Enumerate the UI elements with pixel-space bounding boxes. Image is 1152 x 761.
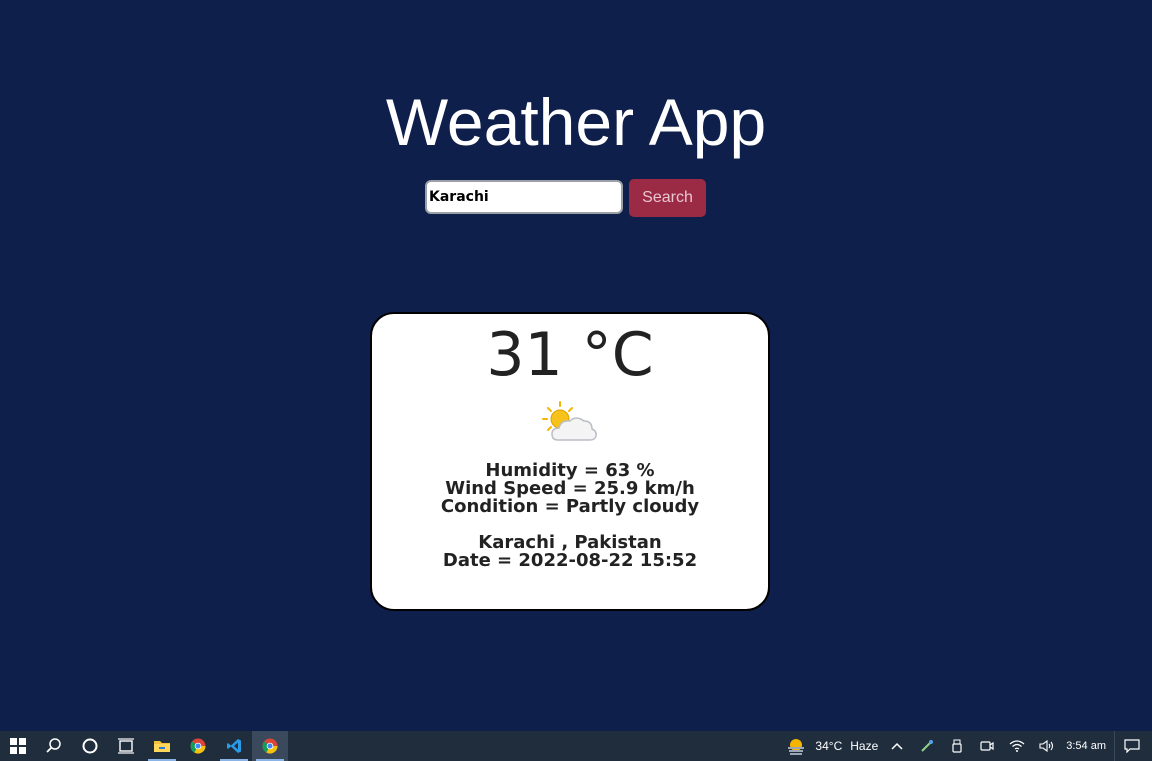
task-view-icon[interactable] — [108, 731, 144, 761]
chevron-up-icon[interactable] — [886, 731, 908, 761]
weather-haze-icon[interactable] — [785, 731, 807, 761]
city-search-input[interactable] — [425, 180, 623, 214]
cortana-icon[interactable] — [72, 731, 108, 761]
weather-details: Humidity = 63 % Wind Speed = 25.9 km/h C… — [372, 462, 768, 570]
weather-card: 31 °C Humidity = 63 % Wind Speed = 25.9 … — [370, 312, 770, 611]
tray-weather-desc[interactable]: Haze — [850, 739, 878, 753]
wifi-icon[interactable] — [1006, 731, 1028, 761]
vscode-icon[interactable] — [216, 731, 252, 761]
notification-center-icon[interactable] — [1114, 731, 1148, 761]
taskbar-clock[interactable]: 3:54 am — [1066, 740, 1106, 752]
search-button[interactable]: Search — [629, 179, 706, 217]
meet-now-icon[interactable] — [976, 731, 998, 761]
start-icon[interactable] — [0, 731, 36, 761]
app-title: Weather App — [385, 85, 767, 159]
date-text: Date = 2022-08-22 15:52 — [442, 550, 698, 571]
file-explorer-icon[interactable] — [144, 731, 180, 761]
partly-cloudy-icon — [542, 401, 597, 441]
condition-text: Condition = Partly cloudy — [440, 496, 700, 517]
temperature: 31 °C — [486, 320, 654, 390]
windows-taskbar: 34°C Haze 3:54 am — [0, 731, 1152, 761]
tray-weather-temp[interactable]: 34°C — [815, 739, 842, 753]
chrome-icon[interactable] — [180, 731, 216, 761]
search-icon[interactable] — [36, 731, 72, 761]
volume-icon[interactable] — [1036, 731, 1058, 761]
chrome-active-icon[interactable] — [252, 731, 288, 761]
system-tray: 34°C Haze 3:54 am — [781, 731, 1152, 761]
pen-icon[interactable] — [916, 731, 938, 761]
search-bar: Search — [425, 179, 706, 217]
usb-icon[interactable] — [946, 731, 968, 761]
